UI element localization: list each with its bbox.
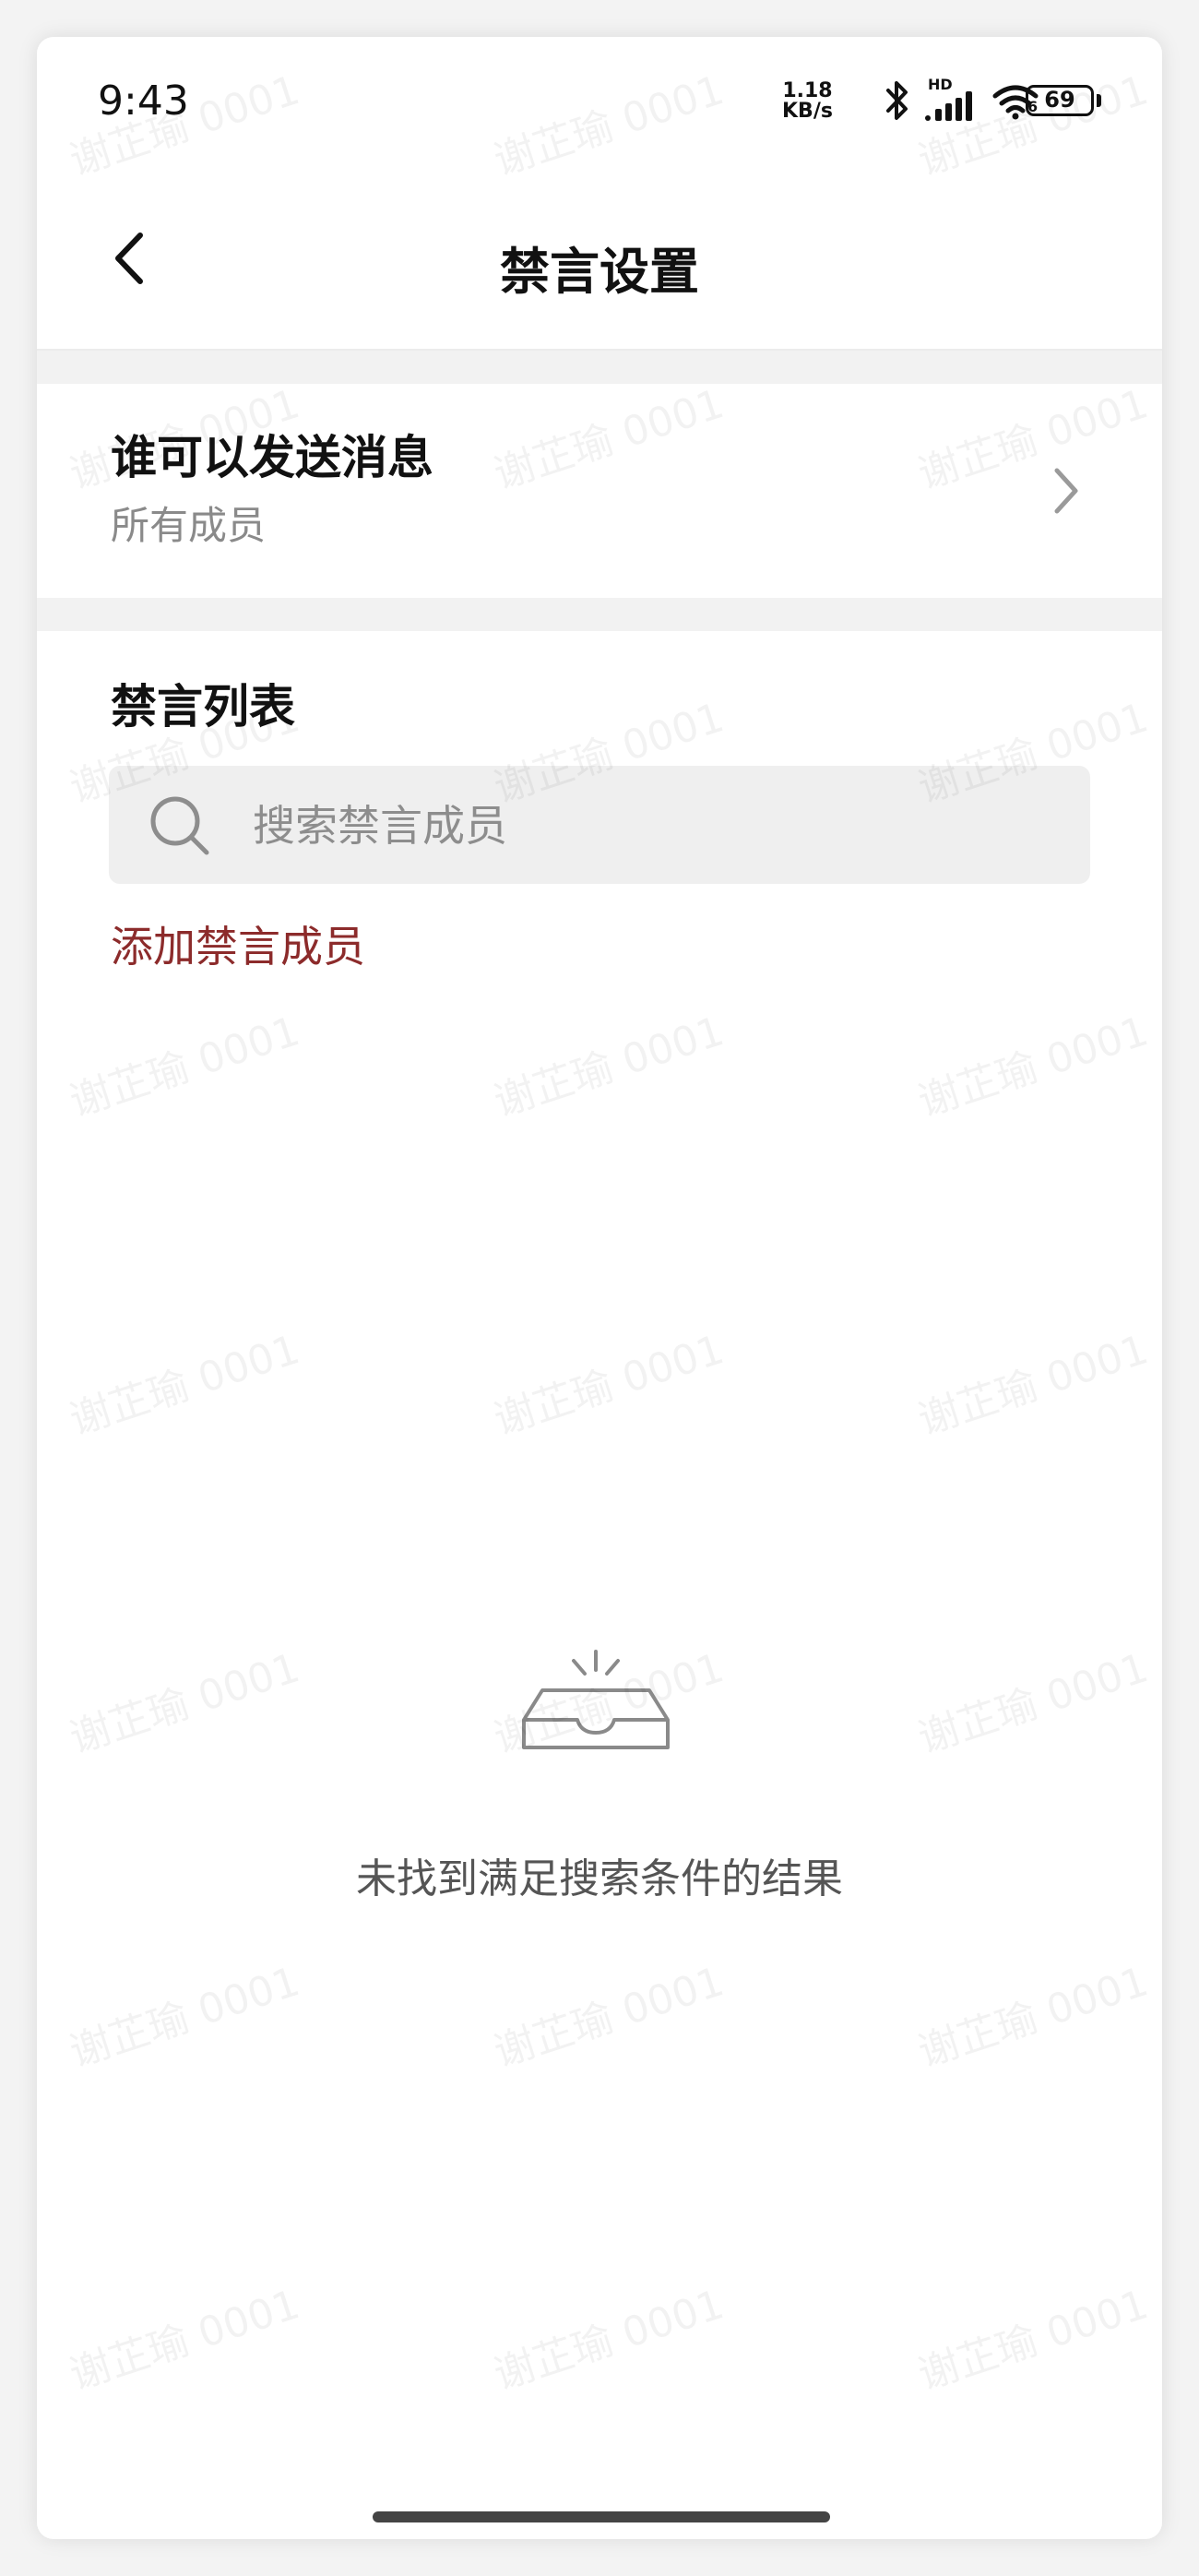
phone-screen: 9:43 1.18 KB/s HD 6 69 禁言设置 谁可以发送消息 所有成员… [37, 37, 1162, 2539]
network-speed: 1.18 KB/s [782, 81, 833, 122]
page-title: 禁言设置 [500, 243, 699, 301]
send-permission-title: 谁可以发送消息 [111, 431, 433, 484]
empty-inbox-icon [522, 1650, 670, 1749]
send-permission-value: 所有成员 [111, 503, 267, 548]
bluetooth-icon [886, 81, 908, 120]
search-icon [150, 796, 209, 855]
chevron-right-icon [1054, 468, 1078, 514]
empty-state-message: 未找到满足搜索条件的结果 [356, 1855, 843, 1902]
home-indicator[interactable] [373, 2511, 830, 2522]
battery-cap [1097, 94, 1101, 107]
search-box[interactable] [109, 766, 1090, 884]
battery-level: 69 [1044, 87, 1075, 113]
status-time: 9:43 [98, 78, 189, 125]
add-muted-member-link[interactable]: 添加禁言成员 [111, 913, 365, 974]
network-speed-value: 1.18 [782, 79, 833, 102]
status-bar: 9:43 1.18 KB/s HD 6 69 [37, 37, 1162, 166]
signal-icon [925, 91, 972, 121]
network-speed-unit: KB/s [782, 100, 833, 123]
mute-list-section: 禁言列表 添加禁言成员 未找到满足搜索条件的结果 [37, 631, 1162, 2539]
mute-list-title: 禁言列表 [111, 680, 295, 733]
battery-icon: 69 [1026, 85, 1094, 116]
search-input[interactable] [251, 793, 1048, 858]
send-permission-row[interactable]: 谁可以发送消息 所有成员 [37, 384, 1162, 598]
nav-bar: 禁言设置 [37, 166, 1162, 351]
